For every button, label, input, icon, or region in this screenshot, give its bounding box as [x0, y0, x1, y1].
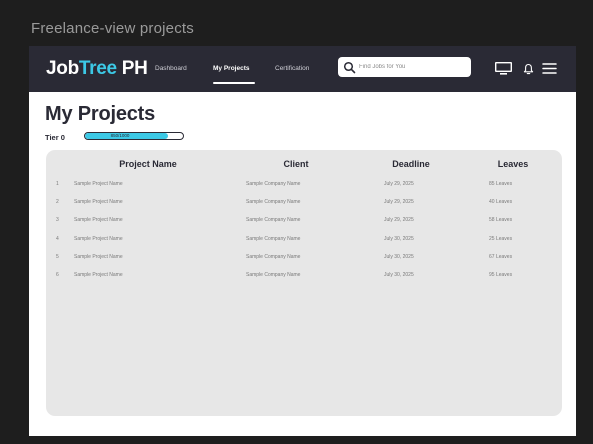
project-name-cell: Sample Project Name: [74, 253, 123, 260]
tier-progress-bar: 850/1000: [84, 132, 184, 140]
frame-title: Freelance-view projects: [31, 20, 194, 37]
row-index: 2: [56, 199, 59, 206]
project-name-cell: Sample Project Name: [74, 199, 123, 206]
client-name-cell: Sample Company Name: [246, 217, 301, 224]
client-name-cell: Sample Company Name: [246, 253, 301, 260]
nav-link-certification[interactable]: Certification: [275, 65, 309, 72]
menu-icon[interactable]: [542, 62, 557, 75]
page-title: My Projects: [45, 103, 156, 125]
deadline-cell: July 30, 2025: [384, 253, 414, 260]
column-header-leaves[interactable]: Leaves: [498, 159, 529, 169]
table-row[interactable]: 5 Sample Project Name Sample Company Name J…: [46, 254, 562, 264]
leaves-cell: 25 Leaves: [489, 235, 513, 242]
row-index: 4: [56, 235, 59, 242]
projects-table: Project Name Client Deadline Leaves 1 Sam…: [46, 150, 562, 416]
search-box[interactable]: [338, 57, 471, 77]
row-index: 5: [56, 253, 59, 260]
nav-link-my-projects[interactable]: My Projects: [213, 65, 250, 72]
logo-text-job: Job: [46, 58, 79, 79]
leaves-cell: 67 Leaves: [489, 253, 513, 260]
leaves-cell: 40 Leaves: [489, 199, 513, 206]
deadline-cell: July 30, 2025: [384, 272, 414, 278]
column-header-project-name[interactable]: Project Name: [119, 159, 177, 169]
table-row[interactable]: 1 Sample Project Name Sample Company Name J…: [46, 181, 562, 191]
deadline-cell: July 29, 2025: [384, 199, 414, 206]
table-row[interactable]: 4 Sample Project Name Sample Company Name J…: [46, 236, 562, 246]
project-name-cell: Sample Project Name: [74, 235, 123, 242]
row-index: 6: [56, 272, 59, 278]
client-name-cell: Sample Company Name: [246, 272, 301, 278]
leaves-cell: 58 Leaves: [489, 217, 513, 224]
client-name-cell: Sample Company Name: [246, 199, 301, 206]
table-row[interactable]: 6 Sample Project Name Sample Company Name J…: [46, 272, 562, 282]
jobtree-logo[interactable]: JobTree PH: [46, 58, 148, 80]
active-nav-underline: [213, 82, 255, 84]
logo-text-ph: PH: [116, 58, 148, 79]
bell-icon[interactable]: [523, 63, 534, 75]
project-name-cell: Sample Project Name: [74, 217, 123, 224]
deadline-cell: July 29, 2025: [384, 217, 414, 224]
nav-link-dashboard[interactable]: Dashboard: [155, 65, 187, 72]
deadline-cell: July 29, 2025: [384, 181, 414, 187]
app-window: JobTree PH Dashboard My Projects Certifi…: [29, 46, 576, 436]
monitor-icon[interactable]: [494, 61, 513, 76]
logo-text-tree: Tree: [78, 58, 117, 79]
deadline-cell: July 30, 2025: [384, 235, 414, 242]
project-name-cell: Sample Project Name: [74, 181, 123, 187]
row-index: 1: [56, 181, 59, 187]
table-row[interactable]: 2 Sample Project Name Sample Company Name J…: [46, 199, 562, 209]
tier-label: Tier 0: [45, 133, 65, 142]
project-name-cell: Sample Project Name: [74, 272, 123, 278]
client-name-cell: Sample Company Name: [246, 181, 301, 187]
top-navbar: JobTree PH Dashboard My Projects Certifi…: [29, 46, 576, 92]
table-row[interactable]: 3 Sample Project Name Sample Company Name J…: [46, 217, 562, 227]
search-input[interactable]: [359, 59, 467, 75]
column-header-deadline[interactable]: Deadline: [392, 159, 430, 169]
search-icon[interactable]: [343, 61, 356, 74]
column-header-client[interactable]: Client: [283, 159, 308, 169]
row-index: 3: [56, 217, 59, 224]
leaves-cell: 95 Leaves: [489, 272, 513, 278]
tier-progress-text: 850/1000: [110, 133, 130, 138]
leaves-cell: 85 Leaves: [489, 181, 513, 187]
client-name-cell: Sample Company Name: [246, 235, 301, 242]
